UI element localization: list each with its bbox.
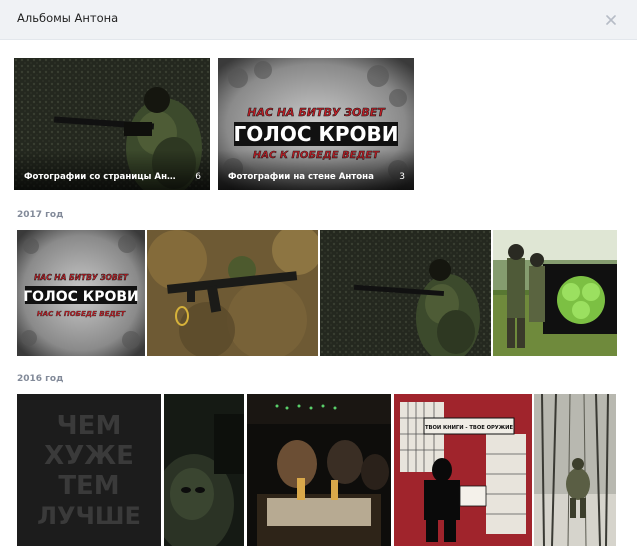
- photo-2017-poster[interactable]: НАС НА БИТВУ ЗОВЕТ ГОЛОС КРОВИ НАС К ПОБ…: [17, 230, 145, 356]
- album-title: Фотографии со страницы Антона: [24, 172, 176, 182]
- poster-line2: ГОЛОС КРОВИ: [234, 122, 399, 146]
- modal-header: Альбомы Антона: [0, 0, 637, 40]
- close-icon: [606, 15, 616, 25]
- photo-2017-rifle[interactable]: [147, 230, 318, 356]
- photo-masked-image: [164, 394, 244, 546]
- photo-rifle-image: [147, 230, 318, 356]
- photo-2016-bar[interactable]: [247, 394, 391, 546]
- year-label-2017: 2017 год: [17, 210, 64, 220]
- photo-2017-flag[interactable]: [493, 230, 617, 356]
- photo-bar-image: [247, 394, 391, 546]
- books-caption: ТВОИ КНИГИ - ТВОЕ ОРУЖИЕ: [425, 425, 514, 431]
- poster-line1: НАС НА БИТВУ ЗОВЕТ: [34, 273, 129, 282]
- photo-2016-books[interactable]: ТВОИ КНИГИ - ТВОЕ ОРУЖИЕ: [394, 394, 532, 546]
- modal-title: Альбомы Антона: [17, 11, 119, 25]
- photo-2016-masked[interactable]: [164, 394, 244, 546]
- slogan-line4: ЛУЧШЕ: [37, 502, 141, 530]
- photo-2016-slogan[interactable]: ЧЕМ ХУЖЕ ТЕМ ЛУЧШЕ: [17, 394, 161, 546]
- close-button[interactable]: [599, 8, 623, 32]
- poster-line3: НАС К ПОБЕДЕ ВЕДЕТ: [37, 310, 127, 318]
- album-count: 3: [399, 172, 405, 182]
- year-label-2016: 2016 год: [17, 374, 64, 384]
- album-shade: [14, 150, 210, 190]
- photo-2017-soldier[interactable]: [320, 230, 491, 356]
- photo-books-image: ТВОИ КНИГИ - ТВОЕ ОРУЖИЕ: [394, 394, 532, 546]
- albums-content: Фотографии со страницы Антона 6 НАС НА Б…: [0, 41, 637, 555]
- album-count: 6: [195, 172, 201, 182]
- slogan-line2: ХУЖЕ: [44, 441, 134, 471]
- photo-forest-image: [534, 394, 616, 546]
- poster-line1: НАС НА БИТВУ ЗОВЕТ: [247, 106, 386, 119]
- poster-line2: ГОЛОС КРОВИ: [23, 289, 139, 305]
- photo-poster-image: НАС НА БИТВУ ЗОВЕТ ГОЛОС КРОВИ НАС К ПОБ…: [17, 230, 145, 356]
- slogan-line3: ТЕМ: [58, 471, 119, 501]
- photo-soldier-image: [320, 230, 491, 356]
- photo-flag-image: [493, 230, 617, 356]
- album-profile-photos[interactable]: Фотографии со страницы Антона 6: [14, 58, 210, 190]
- album-shade: [218, 150, 414, 190]
- album-title: Фотографии на стене Антона: [228, 172, 374, 182]
- photo-slogan-image: ЧЕМ ХУЖЕ ТЕМ ЛУЧШЕ: [17, 394, 161, 546]
- photo-2016-forest[interactable]: [534, 394, 616, 546]
- album-wall-photos[interactable]: НАС НА БИТВУ ЗОВЕТ ГОЛОС КРОВИ НАС К ПОБ…: [218, 58, 414, 190]
- slogan-line1: ЧЕМ: [57, 411, 122, 441]
